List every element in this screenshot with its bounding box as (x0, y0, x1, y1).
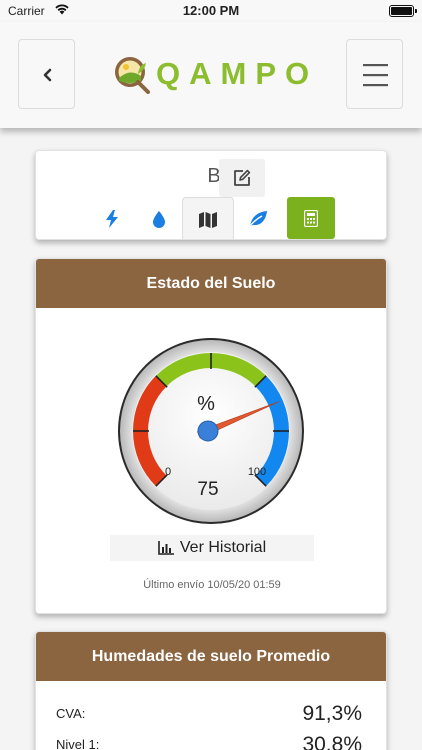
gauge-hub (197, 420, 219, 442)
leaf-icon (247, 211, 267, 228)
humidity-row-label: CVA: (56, 706, 86, 721)
bolt-icon (105, 210, 118, 228)
edit-icon (234, 169, 251, 186)
humidity-average-card: Humedades de suelo Promedio CVA: 91,3% N… (35, 631, 387, 750)
back-button[interactable] (18, 39, 75, 109)
clock: 12:00 PM (182, 3, 240, 18)
humidity-row-value: 30,8% (302, 733, 362, 750)
soil-state-title: Estado del Suelo (36, 259, 386, 308)
soil-state-card: Estado del Suelo % 0 100 75 Ver Historia… (35, 258, 387, 614)
sensor-card: B8a (35, 150, 387, 240)
tab-map[interactable] (182, 197, 234, 239)
view-history-button[interactable]: Ver Historial (110, 535, 314, 561)
tab-crop[interactable] (234, 197, 281, 239)
view-history-label: Ver Historial (179, 539, 267, 556)
tab-calculator[interactable] (287, 197, 335, 239)
gauge-value-label: 75 (197, 479, 218, 500)
sensor-tabs (88, 197, 335, 239)
gauge-unit-label: % (197, 393, 215, 415)
water-drop-icon (152, 211, 165, 228)
app-logo: QAMPO (112, 54, 318, 94)
menu-button[interactable] (346, 39, 403, 109)
map-icon (199, 211, 217, 228)
logo-emblem-icon (115, 57, 150, 94)
calculator-icon (304, 209, 318, 227)
humidity-row-label: Nivel 1: (56, 737, 100, 750)
status-bar: Carrier 12:00 PM (0, 0, 422, 22)
gauge-max-label: 100 (248, 466, 266, 478)
humidity-title: Humedades de suelo Promedio (36, 632, 386, 681)
chevron-left-icon (43, 68, 52, 82)
bar-chart-icon (158, 541, 174, 555)
last-send-timestamp: Último envío 10/05/20 01:59 (143, 579, 281, 591)
app-header: QAMPO (0, 22, 422, 128)
battery-icon (389, 5, 417, 17)
tab-energy[interactable] (88, 197, 135, 239)
gauge-min-label: 0 (165, 466, 171, 478)
hamburger-menu-icon (363, 64, 388, 87)
tab-irrigation[interactable] (135, 197, 182, 239)
edit-sensor-button[interactable] (219, 159, 265, 197)
logo-wordmark: QAMPO (156, 56, 319, 91)
soil-moisture-gauge: % 0 100 75 (118, 338, 304, 524)
humidity-row-value: 91,3% (302, 702, 362, 725)
